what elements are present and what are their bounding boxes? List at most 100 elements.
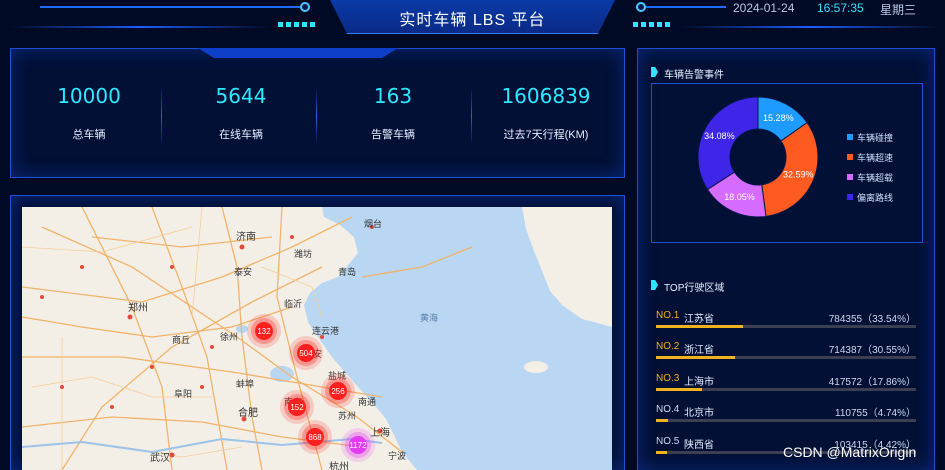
rank-region: 上海市 — [684, 377, 714, 388]
legend-item[interactable]: 车辆碰撞 — [847, 127, 893, 147]
ranking-row[interactable]: NO.2 浙江省 714387（30.55%） — [656, 341, 916, 365]
city-label: 烟台 — [364, 218, 382, 229]
rank-number: NO.1 — [656, 310, 680, 321]
header-glow-right — [680, 26, 940, 28]
donut-slice-label: 18.05% — [724, 192, 755, 202]
header-dash-left — [278, 22, 318, 27]
cluster-count: 256 — [331, 387, 345, 396]
legend-label: 车辆超速 — [857, 152, 894, 163]
stat-label: 告警车辆 — [371, 129, 415, 141]
ranking-section-title: TOP行驶区域 — [664, 283, 725, 294]
city-label: 商丘 — [172, 334, 190, 345]
rank-bar-fill — [656, 419, 669, 422]
stat-label: 过去7天行程(KM) — [503, 129, 589, 141]
cluster-count: 132 — [257, 327, 271, 336]
header-glow-left — [10, 26, 270, 28]
city-label: 宁波 — [388, 450, 406, 461]
header-node-left — [300, 2, 310, 12]
stat-online-vehicles: 5644 在线车辆 — [164, 48, 318, 178]
map-island — [524, 361, 548, 373]
rank-number: NO.2 — [656, 341, 680, 352]
watermark-text: CSDN @MatrixOrigin — [783, 444, 917, 460]
header-node-right — [636, 2, 646, 12]
city-label: 泰安 — [234, 266, 252, 277]
city-label: 徐州 — [220, 331, 238, 342]
city-label: 潍坊 — [294, 248, 312, 259]
header-line-left — [40, 6, 310, 8]
donut-slice[interactable] — [697, 96, 759, 191]
rank-value: 417572（17.86%） — [828, 377, 916, 388]
vehicle-map[interactable]: 济南 郑州 合肥 武汉 上海 杭州 连云港 徐州 淮安 盐城 南京 苏州 宁波 … — [22, 207, 612, 470]
legend-swatch — [847, 174, 853, 180]
map-canvas[interactable]: 济南 郑州 合肥 武汉 上海 杭州 连云港 徐州 淮安 盐城 南京 苏州 宁波 … — [22, 207, 612, 470]
page-title: 实时车辆 LBS 平台 — [399, 12, 546, 29]
stat-value: 1606839 — [501, 84, 591, 108]
rank-number: NO.5 — [656, 436, 680, 447]
stat-total-vehicles: 10000 总车辆 — [12, 48, 166, 178]
rank-region: 北京市 — [684, 408, 714, 419]
sea-label: 黄海 — [420, 312, 438, 323]
stat-value: 5644 — [215, 84, 267, 108]
legend-swatch — [847, 194, 853, 200]
rank-value: 714387（30.55%） — [828, 345, 916, 356]
rank-bar-fill — [656, 451, 668, 454]
city-label: 武汉 — [150, 451, 170, 464]
stat-trip-distance: 1606839 过去7天行程(KM) — [469, 48, 623, 178]
city-label: 蚌埠 — [236, 378, 254, 389]
legend-item[interactable]: 车辆超载 — [847, 167, 893, 187]
header-dash-right — [633, 22, 673, 27]
alarm-section-title: 车辆告警事件 — [664, 70, 724, 81]
stat-alarm-vehicles: 163 告警车辆 — [316, 48, 470, 178]
cluster-count: 504 — [299, 349, 313, 358]
header-bar: 实时车辆 LBS 平台 2024-01-24 16:57:35 星期三 — [0, 0, 945, 40]
ranking-row[interactable]: NO.3 上海市 417572（17.86%） — [656, 373, 916, 397]
alarm-donut-chart: 15.28% 32.59% 18.05% 34.08% — [697, 96, 819, 218]
legend-swatch — [847, 154, 853, 160]
header-line-right — [636, 6, 726, 8]
stat-divider — [161, 86, 162, 146]
rank-value: 784355（33.54%） — [828, 314, 916, 325]
city-label: 青岛 — [338, 266, 356, 277]
header-time: 16:57:35 — [817, 1, 864, 15]
rank-number: NO.3 — [656, 373, 680, 384]
cluster-count: 1172 — [349, 441, 367, 450]
rank-region: 浙江省 — [684, 345, 714, 356]
legend-item[interactable]: 偏离路线 — [847, 187, 893, 207]
stat-label: 总车辆 — [72, 129, 106, 141]
ranking-row[interactable]: NO.1 江苏省 784355（33.54%） — [656, 310, 916, 334]
city-label: 苏州 — [338, 410, 356, 421]
legend-label: 车辆超载 — [857, 172, 894, 183]
cluster-count: 152 — [290, 403, 304, 412]
rank-region: 江苏省 — [684, 314, 714, 325]
stat-value: 163 — [373, 84, 413, 108]
city-label: 郑州 — [128, 301, 148, 314]
city-label: 杭州 — [329, 460, 349, 470]
header-weekday: 星期三 — [880, 3, 917, 17]
ranking-row[interactable]: NO.4 北京市 110755（4.74%） — [656, 404, 916, 428]
legend-item[interactable]: 车辆超速 — [847, 147, 893, 167]
city-label: 临沂 — [284, 298, 302, 309]
city-label: 济南 — [236, 230, 256, 243]
rank-bar-fill — [656, 325, 744, 328]
rank-value: 110755（4.74%） — [835, 408, 916, 419]
stat-label: 在线车辆 — [219, 129, 263, 141]
stat-value: 10000 — [57, 84, 121, 108]
rank-region: 陕西省 — [684, 440, 714, 451]
alarm-legend: 车辆碰撞 车辆超速 车辆超载 偏离路线 — [847, 127, 893, 207]
donut-slice-label: 32.59% — [783, 170, 814, 180]
city-label: 连云港 — [312, 325, 339, 336]
legend-swatch — [847, 134, 853, 140]
header-date: 2024-01-24 — [733, 1, 795, 15]
city-label: 南通 — [358, 396, 376, 407]
cluster-count: 868 — [308, 433, 322, 442]
map-lake — [270, 366, 294, 382]
rank-bar-track — [656, 419, 916, 422]
donut-slice-label: 34.08% — [704, 131, 735, 141]
legend-label: 车辆碰撞 — [857, 132, 894, 143]
rank-bar-fill — [656, 356, 736, 359]
city-label: 阜阳 — [174, 388, 192, 399]
city-label: 合肥 — [238, 406, 258, 419]
rank-bar-fill — [656, 388, 703, 391]
rank-number: NO.4 — [656, 404, 680, 415]
legend-label: 偏离路线 — [857, 192, 894, 203]
